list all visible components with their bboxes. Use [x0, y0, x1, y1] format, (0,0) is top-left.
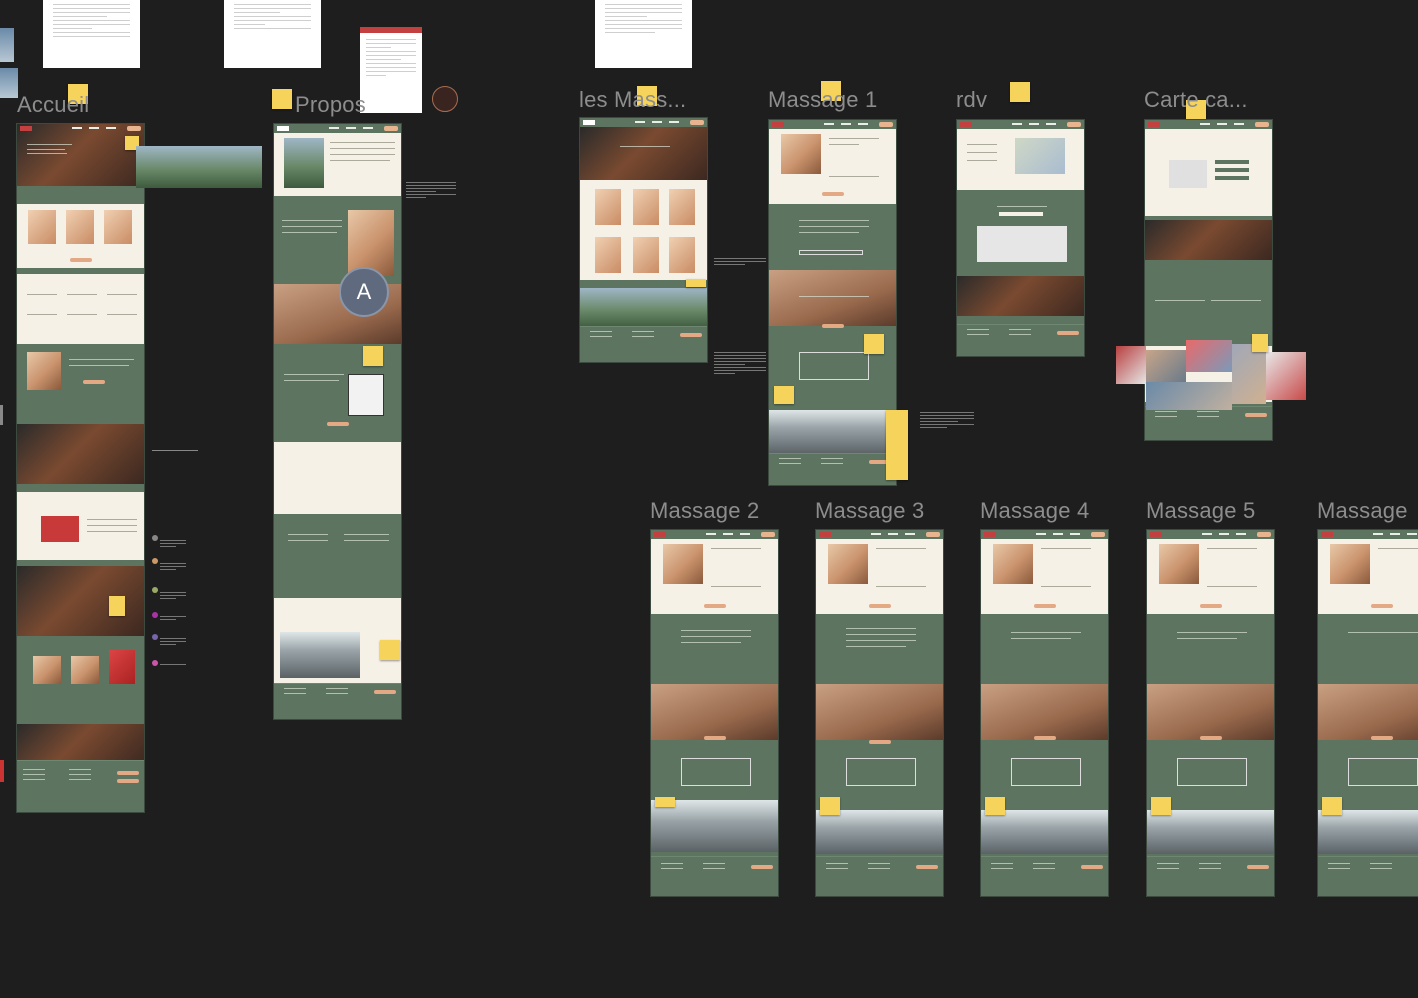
collage-photo[interactable]: [1266, 352, 1306, 400]
comment-text: [160, 616, 186, 622]
collaborator-avatar[interactable]: A: [339, 267, 389, 317]
frame-accueil[interactable]: [16, 123, 145, 813]
frame-label-les-massages[interactable]: les Mass...: [579, 87, 686, 113]
comment-text: [160, 664, 186, 667]
comment-text: [160, 540, 186, 549]
sticky-note[interactable]: [1322, 797, 1342, 815]
sticky-note[interactable]: [1151, 797, 1171, 815]
sticky-note[interactable]: [820, 797, 840, 815]
collage-photo[interactable]: [1186, 340, 1232, 372]
comment-text: [160, 638, 186, 647]
document-page-1[interactable]: [43, 0, 140, 68]
invoice-document[interactable]: [360, 27, 422, 113]
sticky-note[interactable]: [1252, 334, 1268, 352]
frame-label-accueil[interactable]: Accueil: [17, 92, 89, 118]
sticky-note[interactable]: [686, 279, 706, 287]
frame-propos[interactable]: [273, 123, 402, 720]
frame-massage-4[interactable]: [980, 529, 1109, 897]
sticky-note[interactable]: [886, 410, 908, 480]
frame-massage-3[interactable]: [815, 529, 944, 897]
connector-line: [152, 450, 198, 451]
annotation-text: [714, 258, 766, 267]
frame-label-massage-3[interactable]: Massage 3: [815, 498, 924, 524]
sticky-note[interactable]: [272, 89, 292, 109]
frame-label-massage-6[interactable]: Massage: [1317, 498, 1408, 524]
frame-label-carte-cadeau[interactable]: Carte ca...: [1144, 87, 1248, 113]
offscreen-element: [0, 405, 3, 425]
frame-massage-5[interactable]: [1146, 529, 1275, 897]
sticky-note[interactable]: [774, 386, 794, 404]
comment-marker[interactable]: [152, 587, 158, 593]
document-page-3[interactable]: [595, 0, 692, 68]
comment-marker[interactable]: [152, 612, 158, 618]
document-page-2[interactable]: [224, 0, 321, 68]
annotation-text: [920, 412, 974, 430]
collage-photo[interactable]: [1116, 346, 1146, 384]
frame-label-massage-4[interactable]: Massage 4: [980, 498, 1089, 524]
frame-label-rdv[interactable]: rdv: [956, 87, 987, 113]
offscreen-element: [0, 760, 4, 782]
landscape-image[interactable]: [136, 146, 262, 188]
annotation-text: [714, 352, 766, 376]
frame-label-massage-2[interactable]: Massage 2: [650, 498, 759, 524]
sticky-note[interactable]: [380, 640, 400, 660]
collage-photo[interactable]: [1146, 382, 1232, 410]
frame-label-massage-5[interactable]: Massage 5: [1146, 498, 1255, 524]
sticky-note[interactable]: [864, 334, 884, 354]
comment-marker[interactable]: [152, 558, 158, 564]
sticky-note[interactable]: [1010, 82, 1030, 102]
comment-text: [160, 592, 186, 601]
frame-label-propos[interactable]: Propos: [295, 92, 366, 118]
comment-marker[interactable]: [152, 660, 158, 666]
frame-les-massages[interactable]: [579, 117, 708, 363]
collage-photo[interactable]: [1232, 344, 1266, 404]
sticky-note[interactable]: [985, 797, 1005, 815]
collage-photo[interactable]: [1146, 350, 1186, 382]
sticky-note[interactable]: [655, 797, 675, 807]
sticky-note[interactable]: [363, 346, 383, 366]
frame-massage-1[interactable]: [768, 119, 897, 486]
comment-marker[interactable]: [152, 634, 158, 640]
hero-image: [17, 124, 144, 186]
brand-stamp-icon: [432, 86, 458, 112]
frame-label-massage-1[interactable]: Massage 1: [768, 87, 877, 113]
frame-massage-2[interactable]: [650, 529, 779, 897]
design-canvas[interactable]: Accueil Propos les Mass... Massage 1 rdv…: [0, 0, 1418, 998]
comment-marker[interactable]: [152, 535, 158, 541]
comment-text: [160, 563, 186, 572]
image-fragment-left-2: [0, 68, 18, 98]
image-fragment-left-1: [0, 28, 14, 62]
annotation-text: [406, 182, 456, 200]
frame-massage-6[interactable]: [1317, 529, 1418, 897]
frame-rdv[interactable]: [956, 119, 1085, 357]
